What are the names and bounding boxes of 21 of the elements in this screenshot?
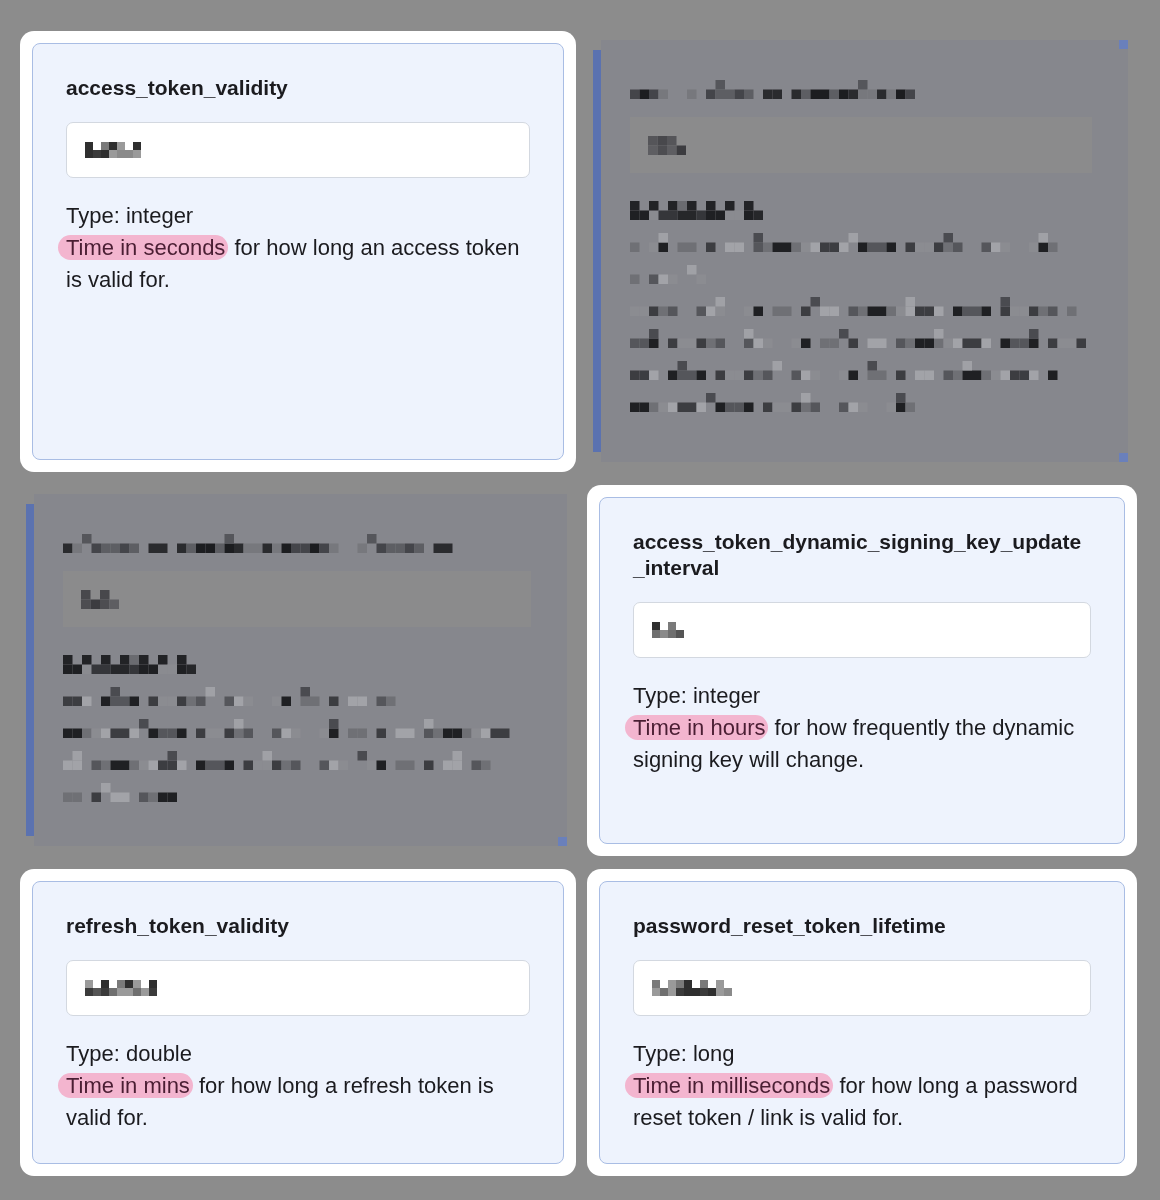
description-text: Time in seconds for how long an access token is valid for. bbox=[58, 232, 530, 296]
type-label: Type: integer bbox=[66, 202, 195, 230]
input-field[interactable] bbox=[66, 960, 530, 1016]
description-text: Time in milliseconds for how long a password reset token / link is valid for. bbox=[625, 1070, 1091, 1134]
description-text: Time in mins for how long a refresh token is valid for. bbox=[58, 1070, 530, 1134]
type-label: Type: long bbox=[633, 1040, 736, 1068]
input-field[interactable] bbox=[633, 960, 1091, 1016]
setting-name: password_reset_token_lifetime bbox=[633, 913, 947, 939]
setting-name: access_token_dynamic_signing_key_update_interval bbox=[633, 529, 1083, 581]
corner-handle-icon bbox=[1119, 40, 1128, 49]
pixelated-value-drawing bbox=[648, 135, 686, 155]
corner-handle-icon bbox=[1119, 453, 1128, 462]
type-label: Type: integer bbox=[633, 682, 762, 710]
type-label: Type: double bbox=[66, 1040, 193, 1068]
description-text: Time in hours for how frequently the dynamic signing key will change. bbox=[625, 712, 1091, 776]
pixelated-value-drawing bbox=[81, 589, 119, 609]
corner-handle-icon bbox=[558, 837, 567, 846]
setting-name: refresh_token_validity bbox=[66, 913, 290, 939]
input-field[interactable] bbox=[66, 122, 530, 178]
input-field[interactable] bbox=[633, 602, 1091, 658]
setting-name: access_token_validity bbox=[66, 75, 289, 101]
